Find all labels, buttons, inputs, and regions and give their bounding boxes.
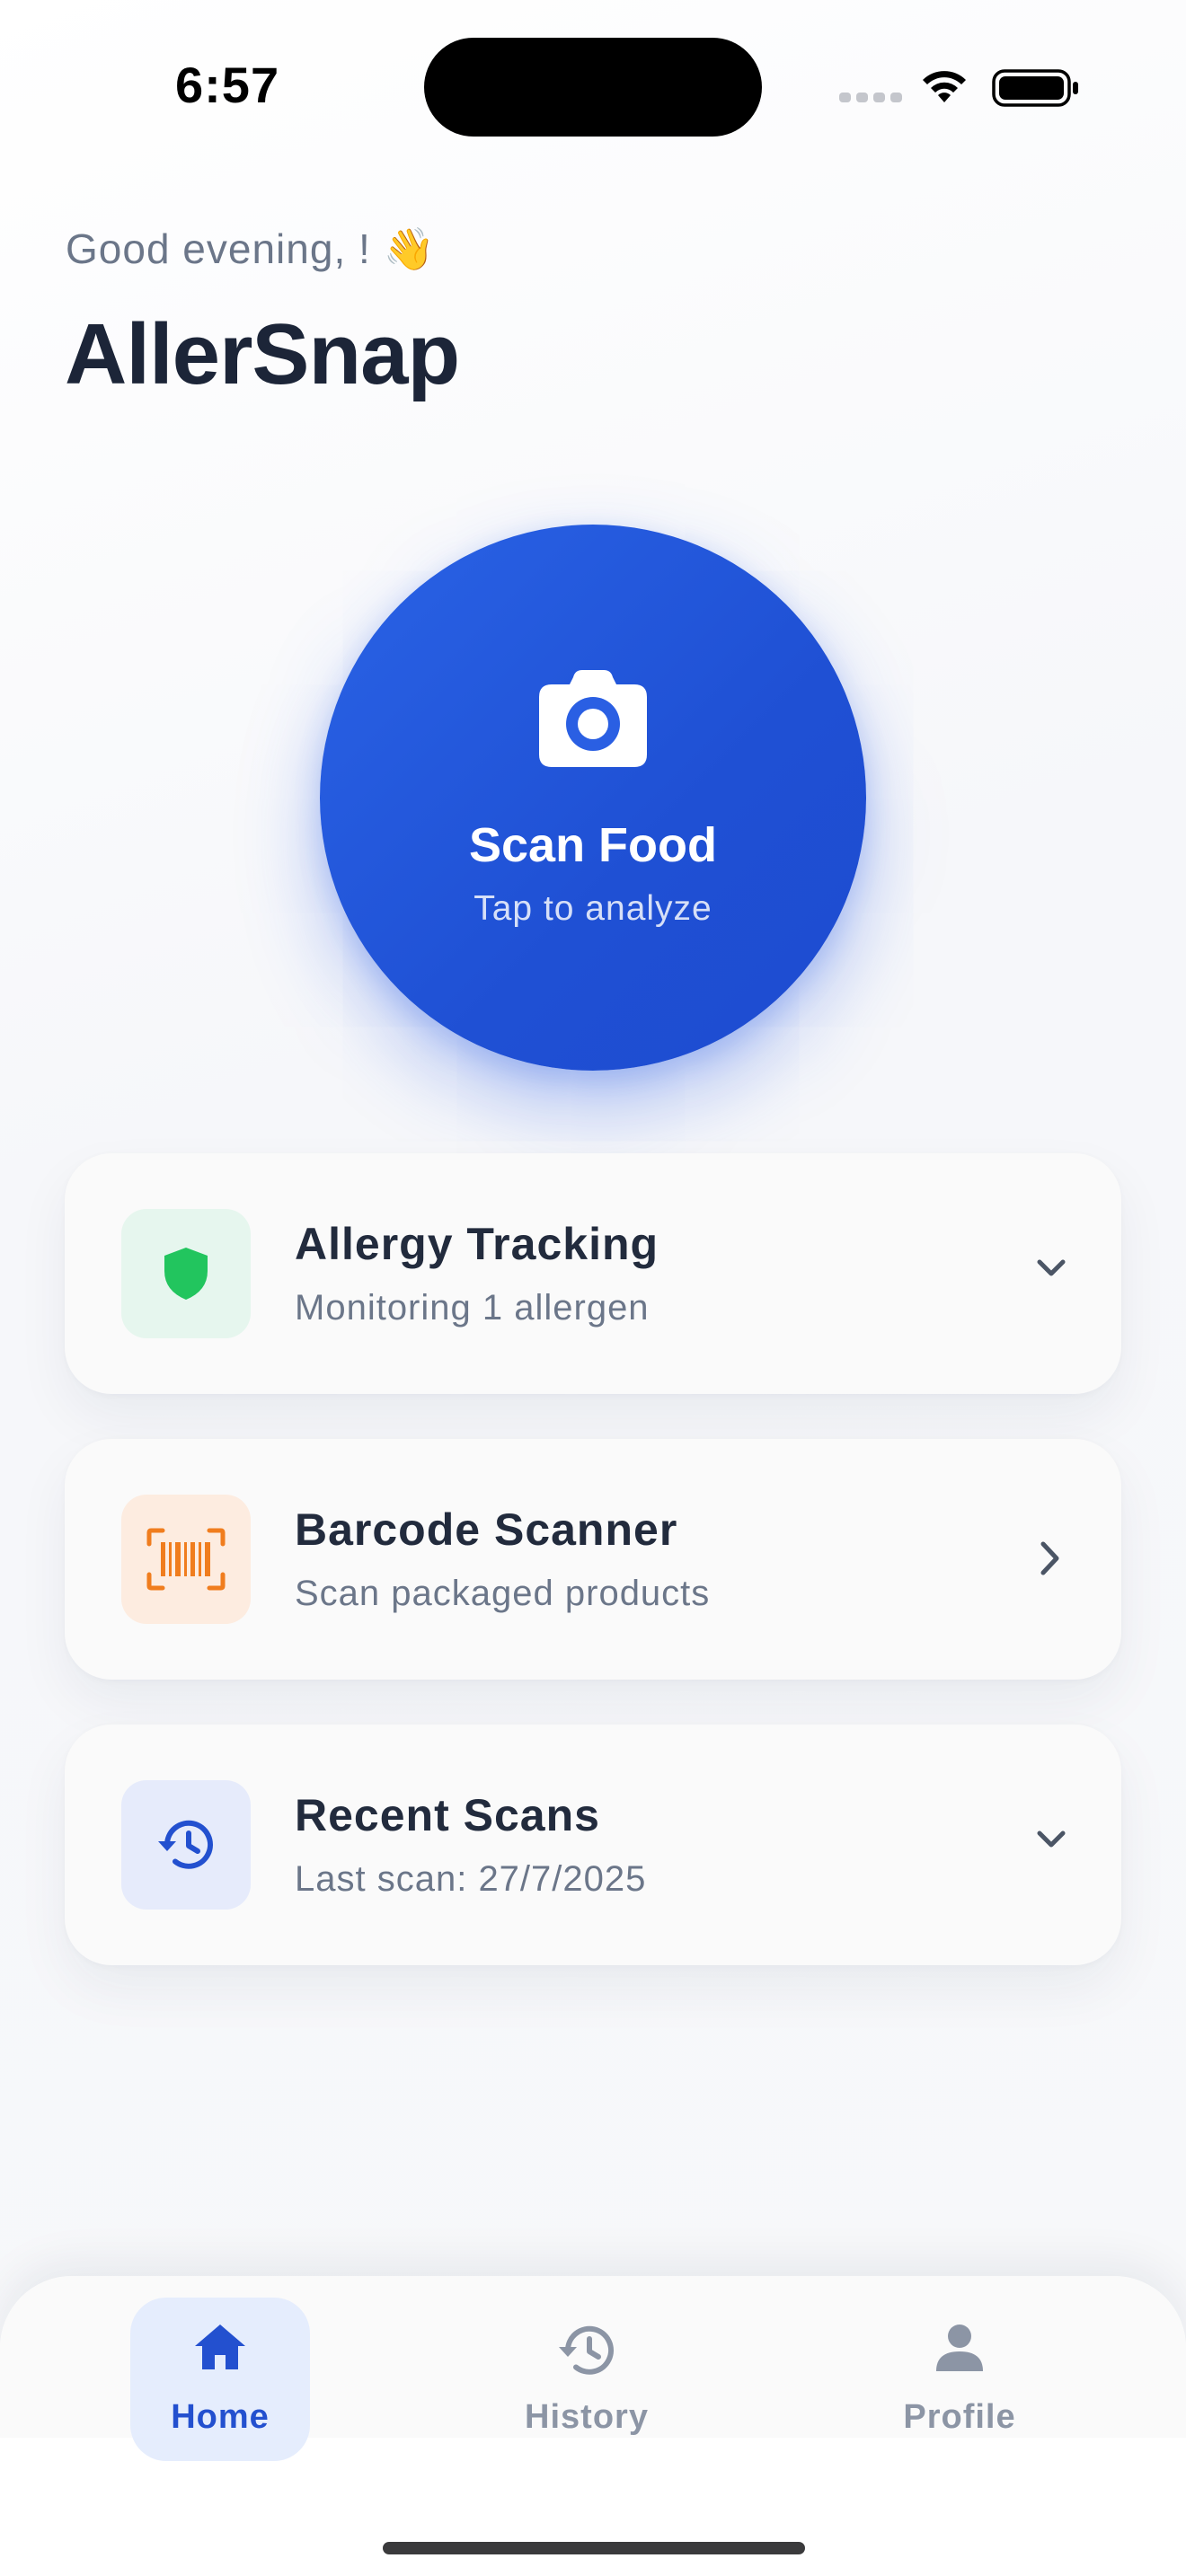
scan-food-sublabel: Tap to analyze xyxy=(474,889,712,928)
bottom-nav: Home History Profile xyxy=(0,2276,1186,2576)
nav-label-history: History xyxy=(525,2398,649,2436)
home-indicator xyxy=(383,2542,805,2554)
chevron-down-icon[interactable] xyxy=(1035,1257,1067,1279)
allergy-tracking-title: Allergy Tracking xyxy=(295,1219,659,1269)
nav-label-home: Home xyxy=(171,2398,270,2436)
user-icon xyxy=(936,2325,983,2371)
recent-scans-card[interactable]: Recent Scans Last scan: 27/7/2025 xyxy=(65,1725,1121,1965)
dynamic-island xyxy=(424,38,762,137)
barcode-scanner-subtitle: Scan packaged products xyxy=(295,1574,711,1613)
recent-scans-subtitle: Last scan: 27/7/2025 xyxy=(295,1859,647,1899)
chevron-down-icon[interactable] xyxy=(1035,1829,1067,1850)
nav-item-home[interactable]: Home xyxy=(130,2298,310,2461)
wifi-icon xyxy=(923,71,966,102)
status-icons xyxy=(839,65,1080,110)
scan-food-button[interactable]: Scan Food Tap to analyze xyxy=(320,525,866,1071)
nav-item-profile[interactable]: Profile xyxy=(870,2298,1049,2461)
home-icon xyxy=(195,2325,245,2369)
allergy-tracking-subtitle: Monitoring 1 allergen xyxy=(295,1288,650,1328)
history-icon xyxy=(559,2325,614,2375)
history-icon xyxy=(158,1820,213,1869)
nav-label-profile: Profile xyxy=(903,2398,1016,2436)
barcode-scanner-title: Barcode Scanner xyxy=(295,1504,678,1555)
battery-icon xyxy=(992,69,1078,107)
scan-food-label: Scan Food xyxy=(468,818,717,872)
cellular-signal-icon xyxy=(839,93,902,102)
nav-item-history[interactable]: History xyxy=(497,2298,677,2461)
status-time: 6:57 xyxy=(175,57,280,113)
allergy-tracking-card[interactable]: Allergy Tracking Monitoring 1 allergen xyxy=(65,1153,1121,1394)
screen: 6:57 Good evening, ! 👋 AllerSnap Scan Fo… xyxy=(0,0,1186,2576)
shield-icon xyxy=(164,1248,208,1300)
barcode-icon xyxy=(146,1528,226,1591)
barcode-scanner-icon-box xyxy=(121,1495,251,1624)
barcode-scanner-card[interactable]: Barcode Scanner Scan packaged products xyxy=(65,1439,1121,1680)
app-title: AllerSnap xyxy=(65,306,460,402)
camera-icon xyxy=(539,670,647,767)
allergy-tracking-icon-box xyxy=(121,1209,251,1338)
recent-scans-title: Recent Scans xyxy=(295,1790,600,1840)
greeting-text: Good evening, ! 👋 xyxy=(66,225,436,272)
chevron-right-icon[interactable] xyxy=(1039,1539,1062,1577)
recent-scans-icon-box xyxy=(121,1780,251,1910)
